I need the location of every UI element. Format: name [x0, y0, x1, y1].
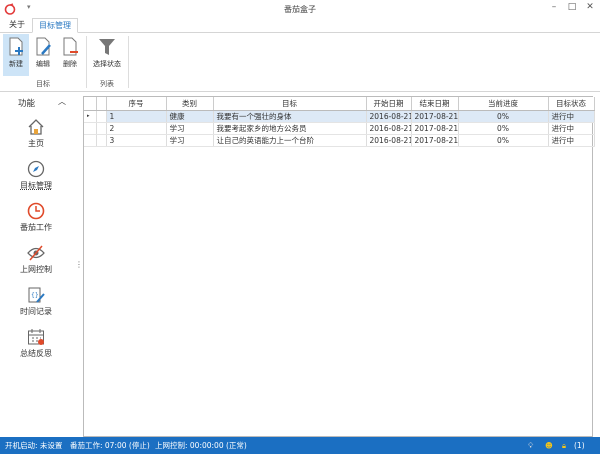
cell-end-date[interactable]: 2017-08-21: [411, 110, 459, 123]
cell-end-date[interactable]: 2017-08-21: [411, 134, 459, 147]
panel-header: 功能: [18, 99, 36, 109]
clock-icon: [27, 202, 45, 220]
cell-category[interactable]: 学习: [166, 122, 214, 135]
new-button[interactable]: 新建: [3, 34, 29, 76]
table-row[interactable]: 2 学习 我要考起家乡的地方公务员 2016-08-21 2017-08-21 0% 进行中: [84, 122, 595, 135]
column-header-start-date[interactable]: 开始日期: [366, 97, 412, 111]
tab-goal-management[interactable]: 目标管理: [32, 18, 78, 33]
ribbon: 新建 编辑 删除 目标 选择状态 列表: [0, 33, 600, 92]
cell-no[interactable]: 3: [106, 134, 167, 147]
cell-progress[interactable]: 0%: [458, 122, 549, 135]
home-icon: [28, 119, 44, 135]
cell-status[interactable]: 进行中: [548, 134, 595, 147]
row-indicator[interactable]: [84, 134, 97, 147]
internet-control-status: 上网控制: 00:00:00 (正常): [155, 441, 247, 450]
cell-no[interactable]: 2: [106, 122, 167, 135]
cell-end-date[interactable]: 2017-08-21: [411, 122, 459, 135]
goals-grid: 序号 类别 目标 开始日期 结束日期 当前进度 目标状态 ▸ 1 健康 我要有一个强壮…: [83, 96, 595, 437]
panel-splitter[interactable]: ⋮: [75, 260, 83, 269]
group-divider: [128, 36, 129, 88]
column-header-goal[interactable]: 目标: [213, 97, 367, 111]
cell-goal[interactable]: 我要考起家乡的地方公务员: [213, 122, 367, 135]
group-divider: [86, 36, 87, 88]
ribbon-tabs: 关于 目标管理: [0, 18, 600, 33]
startup-status: 开机启动: 未设置: [5, 441, 63, 450]
column-header-progress[interactable]: 当前进度: [458, 97, 549, 111]
cell-goal[interactable]: 让自己的英语能力上一个台阶: [213, 134, 367, 147]
cell-category[interactable]: 健康: [166, 110, 214, 123]
title-bar: ▾ 番茄盒子 – □ ✕: [0, 0, 600, 18]
select-status-button[interactable]: 选择状态: [90, 34, 124, 76]
edit-document-icon: [36, 37, 51, 56]
mask-icon[interactable]: ☻: [545, 437, 553, 454]
nav-label: 目标管理: [20, 181, 52, 190]
cell-progress[interactable]: 0%: [458, 110, 549, 123]
pomodoro-status: 番茄工作: 07:00 (停止): [70, 441, 150, 450]
cell-no[interactable]: 1: [106, 110, 167, 123]
nav-summary[interactable]: 总结反思: [8, 328, 64, 368]
lock-icon[interactable]: 🔒︎: [562, 437, 566, 454]
column-header-end-date[interactable]: 结束日期: [411, 97, 459, 111]
minimize-button[interactable]: –: [546, 2, 562, 16]
nav-label: 上网控制: [20, 265, 52, 274]
edit-button[interactable]: 编辑: [30, 34, 56, 76]
column-header-category[interactable]: 类别: [166, 97, 214, 111]
nav-goal-management[interactable]: 目标管理: [8, 160, 64, 200]
table-row[interactable]: ▸ 1 健康 我要有一个强壮的身体 2016-08-21 2017-08-21 0% 进行中: [84, 110, 595, 123]
column-header-no[interactable]: 序号: [106, 97, 167, 111]
delete-label: 删除: [63, 60, 77, 68]
cell-goal[interactable]: 我要有一个强壮的身体: [213, 110, 367, 123]
status-bar: 开机启动: 未设置 番茄工作: 07:00 (停止) 上网控制: 00:00:0…: [0, 437, 600, 454]
cell-category[interactable]: 学习: [166, 134, 214, 147]
window-title: 番茄盒子: [284, 5, 316, 14]
nav-label: 番茄工作: [20, 223, 52, 232]
cell-status[interactable]: 进行中: [548, 110, 595, 123]
row-spacer[interactable]: [96, 122, 107, 135]
delete-document-icon: [63, 37, 78, 56]
new-document-icon: [9, 37, 23, 56]
filter-icon: [99, 39, 115, 55]
row-header-column: [84, 97, 97, 111]
cell-status[interactable]: 进行中: [548, 122, 595, 135]
svg-text:{}: {}: [31, 292, 39, 299]
tab-about[interactable]: 关于: [3, 18, 31, 33]
nav-pomodoro[interactable]: 番茄工作: [8, 202, 64, 242]
maximize-button[interactable]: □: [564, 2, 580, 16]
notification-count[interactable]: (1): [574, 437, 585, 454]
nav-label: 时间记录: [20, 307, 52, 316]
notes-edit-icon: {}: [28, 287, 45, 303]
close-button[interactable]: ✕: [582, 2, 598, 16]
compass-icon: [27, 160, 45, 178]
nav-label: 主页: [28, 139, 44, 148]
cell-progress[interactable]: 0%: [458, 134, 549, 147]
nav-label: 总结反思: [20, 349, 52, 358]
calendar-icon: [28, 329, 44, 345]
select-status-label: 选择状态: [93, 60, 121, 68]
collapse-panel-button[interactable]: ︿: [58, 96, 66, 107]
table-row[interactable]: 3 学习 让自己的英语能力上一个台阶 2016-08-21 2017-08-21 0% 进行…: [84, 134, 595, 147]
row-indicator[interactable]: [84, 122, 97, 135]
row-indicator[interactable]: ▸: [84, 110, 97, 123]
delete-button[interactable]: 删除: [57, 34, 83, 76]
lightbulb-icon[interactable]: 💡︎: [528, 437, 533, 454]
new-label: 新建: [9, 60, 23, 68]
cell-start-date[interactable]: 2016-08-21: [366, 134, 412, 147]
row-spacer[interactable]: [96, 110, 107, 123]
group-label-goal: 目标: [36, 80, 50, 88]
cell-start-date[interactable]: 2016-08-21: [366, 110, 412, 123]
group-label-list: 列表: [100, 80, 114, 88]
nav-internet-control[interactable]: 上网控制: [8, 244, 64, 284]
column-header-status[interactable]: 目标状态: [548, 97, 595, 111]
nav-time-record[interactable]: {} 时间记录: [8, 286, 64, 326]
cell-start-date[interactable]: 2016-08-21: [366, 122, 412, 135]
nav-home[interactable]: 主页: [8, 118, 64, 158]
row-spacer[interactable]: [96, 134, 107, 147]
edit-label: 编辑: [36, 60, 50, 68]
eye-hidden-icon: [27, 245, 45, 261]
indicator-column: [96, 97, 107, 111]
function-panel: 功能 ︿ ⋮ 主页 目标管理 番茄工作 上网控制 {} 时间记录 总结反思: [0, 92, 83, 437]
